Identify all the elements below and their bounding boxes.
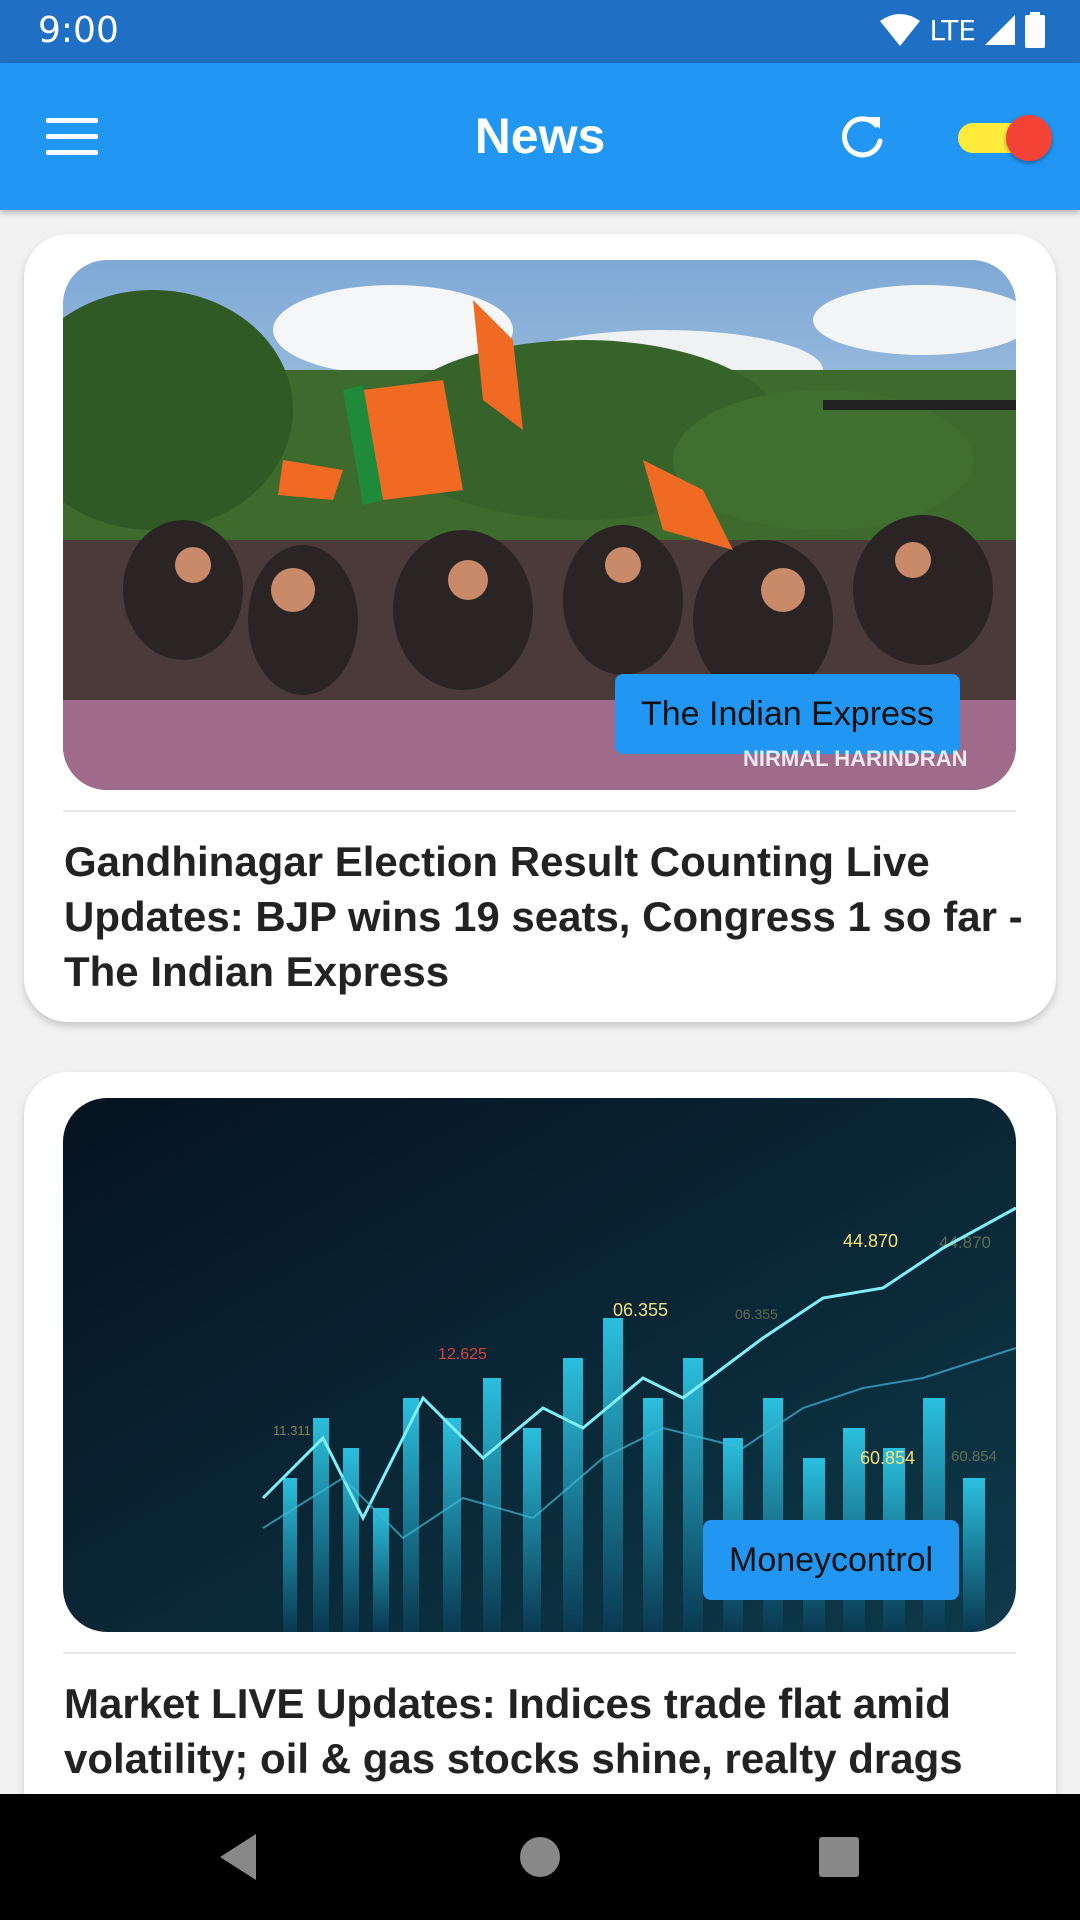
chart-label: 60.854: [951, 1448, 997, 1465]
chart-label: 60.854: [860, 1448, 916, 1468]
article-headline: Gandhinagar Election Result Counting Liv…: [64, 838, 1023, 995]
status-bar: 9:00 LTE: [0, 0, 1080, 63]
article-headline: Market LIVE Updates: Indices trade flat …: [64, 1680, 963, 1782]
status-icons: LTE: [879, 10, 1046, 50]
chart-label: 06.355: [735, 1306, 778, 1322]
wifi-icon: [880, 14, 921, 46]
chart-label: 11.311: [273, 1423, 311, 1438]
article-image: 44.870 06.355 12.625 60.854 11.311 44.87…: [63, 1098, 1016, 1632]
article-card[interactable]: 44.870 06.355 12.625 60.854 11.311 44.87…: [24, 1072, 1056, 1832]
battery-icon: [1025, 12, 1045, 48]
navigation-bar: [0, 1794, 1080, 1920]
card-divider: [63, 810, 1016, 812]
article-image: The Indian Express NIRMAL HARINDRAN: [63, 260, 1016, 790]
chart-label: 06.355: [613, 1300, 669, 1320]
article-card[interactable]: The Indian Express NIRMAL HARINDRAN Gand…: [24, 234, 1056, 1022]
app-bar: News: [0, 63, 1080, 210]
recents-icon[interactable]: [812, 1830, 866, 1884]
source-badge: Moneycontrol: [703, 1520, 960, 1600]
refresh-icon[interactable]: [836, 111, 888, 163]
chart-label: 44.870: [843, 1231, 899, 1251]
card-divider: [63, 1652, 1016, 1654]
chart-label: 44.870: [939, 1233, 991, 1252]
network-type: LTE: [929, 13, 976, 47]
theme-toggle[interactable]: [958, 115, 1052, 161]
signal-icon: [985, 15, 1015, 45]
back-icon[interactable]: [212, 1830, 266, 1884]
chart-label: 12.625: [438, 1346, 487, 1363]
toggle-thumb: [1006, 115, 1052, 161]
source-badge: The Indian Express: [615, 674, 960, 754]
home-icon[interactable]: [513, 1830, 567, 1884]
status-time: 9:00: [38, 10, 119, 51]
page-title: News: [474, 108, 606, 164]
menu-icon[interactable]: [46, 118, 98, 156]
photo-credit: NIRMAL HARINDRAN: [743, 746, 968, 771]
